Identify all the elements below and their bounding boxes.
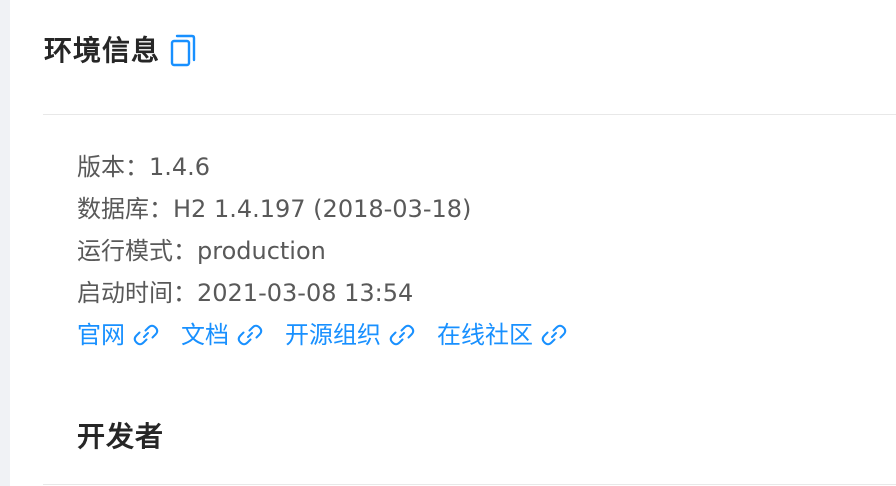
developer-title: 开发者 [77,420,165,453]
open-source-org-link[interactable]: 开源组织 [285,314,415,356]
env-info-body: 版本：1.4.6 数据库：H2 1.4.197 (2018-03-18) 运行模… [77,146,589,356]
version-value: 1.4.6 [149,153,211,181]
docs-link-label: 文档 [181,321,229,349]
link-icon [133,324,159,346]
start-time-value: 2021-03-08 13:54 [197,279,414,307]
env-info-title: 环境信息 [44,34,161,67]
mode-label: 运行模式： [77,237,197,265]
env-info-title-row: 环境信息 [44,31,196,71]
mode-line: 运行模式：production [77,230,589,272]
database-label: 数据库： [77,195,173,223]
link-icon [541,324,567,346]
database-line: 数据库：H2 1.4.197 (2018-03-18) [77,188,589,230]
left-gutter [0,0,10,486]
official-site-link[interactable]: 官网 [77,314,159,356]
mode-value: production [197,237,326,265]
env-info-card: 环境信息 版本：1.4.6 数据库：H2 1.4.197 (2018-03-18… [10,0,896,486]
official-site-link-label: 官网 [77,321,125,349]
start-time-label: 启动时间： [77,279,197,307]
online-community-link[interactable]: 在线社区 [437,314,567,356]
version-label: 版本： [77,153,149,181]
version-line: 版本：1.4.6 [77,146,589,188]
links-row: 官网 文档 开源组织 在线社区 [77,314,589,356]
copy-icon[interactable] [170,34,196,68]
developer-card-header: 开发者 [43,400,896,485]
docs-link[interactable]: 文档 [181,314,263,356]
database-value: H2 1.4.197 (2018-03-18) [173,195,472,223]
link-icon [389,324,415,346]
link-icon [237,324,263,346]
online-community-link-label: 在线社区 [437,321,533,349]
start-time-line: 启动时间：2021-03-08 13:54 [77,272,589,314]
open-source-org-link-label: 开源组织 [285,321,381,349]
